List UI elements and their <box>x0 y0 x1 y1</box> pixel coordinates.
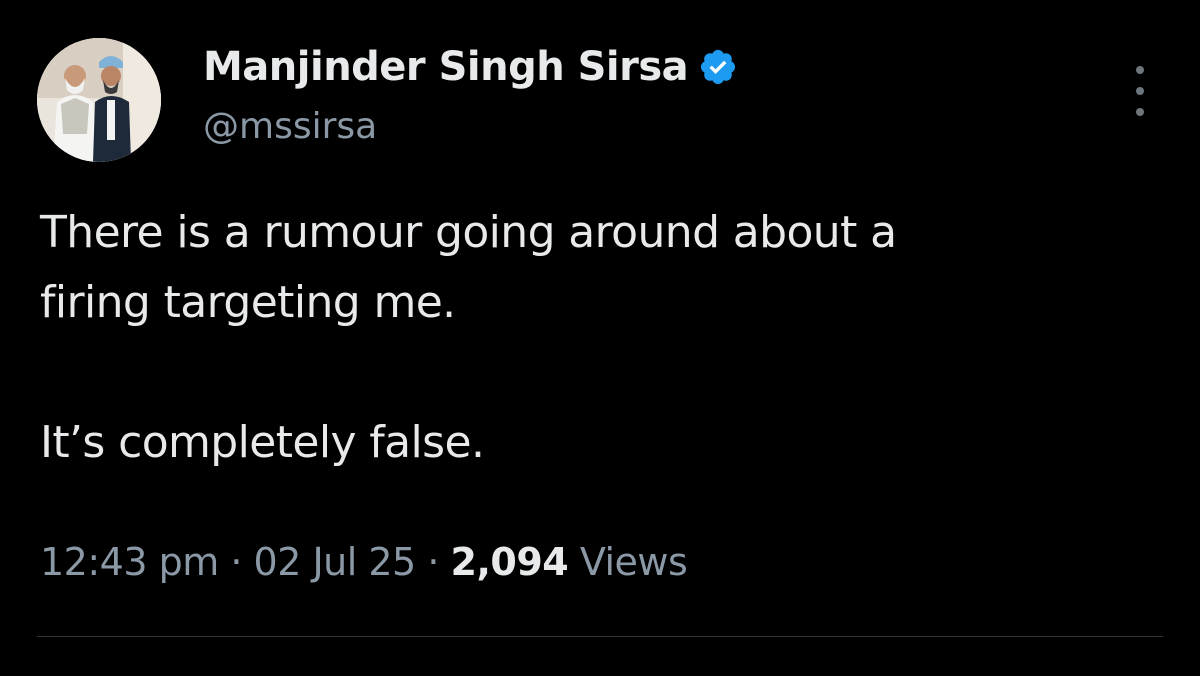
tweet-line: It’s completely false. <box>40 417 485 468</box>
meta-separator: · <box>230 540 242 584</box>
more-dot <box>1136 66 1144 74</box>
more-dot <box>1136 87 1144 95</box>
views-count[interactable]: 2,094 <box>451 540 569 584</box>
tweet-meta: 12:43 pm · 02 Jul 25 · 2,094 Views <box>40 540 688 584</box>
tweet-body: There is a rumour going around about a f… <box>40 198 1170 478</box>
avatar-photo-icon <box>37 38 161 162</box>
tweet-date[interactable]: 02 Jul 25 <box>254 540 417 584</box>
verified-badge-icon <box>701 49 736 85</box>
more-options-icon[interactable] <box>1125 66 1155 116</box>
tweet-line: firing targeting me. <box>40 277 456 328</box>
tweet-time[interactable]: 12:43 pm <box>40 540 219 584</box>
meta-separator: · <box>427 540 439 584</box>
divider <box>37 636 1163 637</box>
views-label: Views <box>579 540 688 584</box>
author-avatar[interactable] <box>37 38 161 162</box>
tweet-line: There is a rumour going around about a <box>40 207 897 258</box>
author-display-name[interactable]: Manjinder Singh Sirsa <box>203 44 689 90</box>
tweet-card: Manjinder Singh Sirsa @mssirsa There is … <box>0 0 1200 676</box>
author-handle[interactable]: @mssirsa <box>203 106 377 147</box>
more-dot <box>1136 108 1144 116</box>
author-name-row: Manjinder Singh Sirsa <box>203 42 738 92</box>
